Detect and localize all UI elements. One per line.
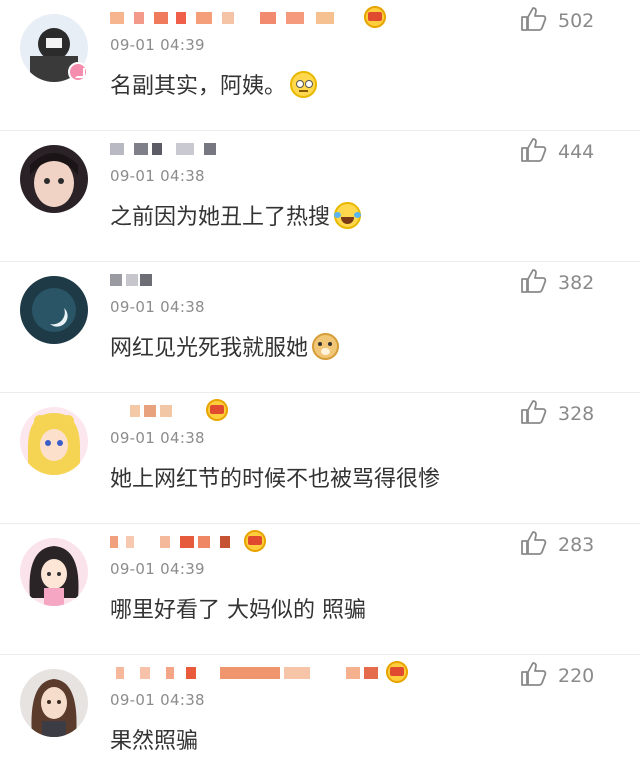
username-pixelated[interactable] bbox=[110, 266, 410, 292]
like-count: 328 bbox=[558, 403, 595, 425]
like-button[interactable]: 502 bbox=[520, 6, 618, 32]
username-pixelated[interactable] bbox=[110, 528, 410, 554]
avatar[interactable] bbox=[20, 669, 88, 737]
comment-text: 哪里好看了 大妈似的 照骗 bbox=[110, 592, 366, 624]
like-button[interactable]: 220 bbox=[520, 661, 618, 687]
comment-item: 09-01 04:38 之前因为她丑上了热搜 444 bbox=[0, 131, 640, 262]
like-count: 220 bbox=[558, 665, 595, 687]
thumbs-up-icon bbox=[521, 7, 547, 31]
comment-text: 果然照骗 bbox=[110, 723, 198, 755]
avatar[interactable] bbox=[20, 407, 88, 475]
like-button[interactable]: 382 bbox=[520, 268, 618, 294]
like-button[interactable]: 444 bbox=[520, 137, 618, 163]
thumbs-up-icon bbox=[521, 531, 547, 555]
avatar[interactable] bbox=[20, 145, 88, 213]
comment-item: 09-01 04:39 名副其实，阿姨。 502 bbox=[0, 0, 640, 131]
comment-text-content: 之前因为她丑上了热搜 bbox=[110, 205, 331, 230]
username-pixelated[interactable] bbox=[110, 659, 410, 685]
comment-text: 名副其实，阿姨。 bbox=[110, 68, 318, 100]
comment-time: 09-01 04:38 bbox=[110, 691, 205, 709]
like-button[interactable]: 283 bbox=[520, 530, 618, 556]
comment-text: 网红见光死我就服她 bbox=[110, 330, 340, 362]
vip-crown-icon bbox=[206, 399, 228, 421]
avatar[interactable] bbox=[20, 276, 88, 344]
comment-text-content: 名副其实，阿姨。 bbox=[110, 74, 287, 99]
username-pixelated[interactable] bbox=[110, 4, 410, 30]
comment-text-content: 哪里好看了 大妈似的 照骗 bbox=[110, 598, 366, 623]
comment-time: 09-01 04:39 bbox=[110, 560, 205, 578]
thumbs-up-icon bbox=[521, 400, 547, 424]
username-pixelated[interactable] bbox=[110, 397, 410, 423]
avatar[interactable] bbox=[20, 538, 88, 606]
comment-item: 09-01 04:38 网红见光死我就服她 382 bbox=[0, 262, 640, 393]
vip-crown-icon bbox=[386, 661, 408, 683]
verified-badge-icon bbox=[68, 62, 88, 82]
comment-item: 09-01 04:38 她上网红节的时候不也被骂得很惨 328 bbox=[0, 393, 640, 524]
like-count: 502 bbox=[558, 10, 595, 32]
comment-text: 之前因为她丑上了热搜 bbox=[110, 199, 362, 231]
comment-item: 09-01 04:39 哪里好看了 大妈似的 照骗 283 bbox=[0, 524, 640, 655]
like-count: 382 bbox=[558, 272, 595, 294]
like-count: 444 bbox=[558, 141, 595, 163]
rolling-eyes-emoji-icon bbox=[290, 71, 318, 98]
comment-time: 09-01 04:38 bbox=[110, 429, 205, 447]
thumbs-up-icon bbox=[521, 269, 547, 293]
vip-crown-icon bbox=[364, 6, 386, 28]
comment-time: 09-01 04:39 bbox=[110, 36, 205, 54]
doge-emoji-icon bbox=[312, 333, 340, 360]
comment-time: 09-01 04:38 bbox=[110, 298, 205, 316]
thumbs-up-icon bbox=[521, 138, 547, 162]
vip-crown-icon bbox=[244, 530, 266, 552]
laughing-tears-emoji-icon bbox=[334, 202, 362, 229]
comment-text-content: 她上网红节的时候不也被骂得很惨 bbox=[110, 467, 441, 492]
comment-item: 09-01 04:38 果然照骗 220 bbox=[0, 655, 640, 772]
comment-text: 她上网红节的时候不也被骂得很惨 bbox=[110, 461, 440, 493]
comment-time: 09-01 04:38 bbox=[110, 167, 205, 185]
comment-text-content: 果然照骗 bbox=[110, 729, 199, 754]
thumbs-up-icon bbox=[521, 662, 547, 686]
like-button[interactable]: 328 bbox=[520, 399, 618, 425]
comment-text-content: 网红见光死我就服她 bbox=[110, 336, 309, 361]
like-count: 283 bbox=[558, 534, 595, 556]
username-pixelated[interactable] bbox=[110, 135, 410, 161]
